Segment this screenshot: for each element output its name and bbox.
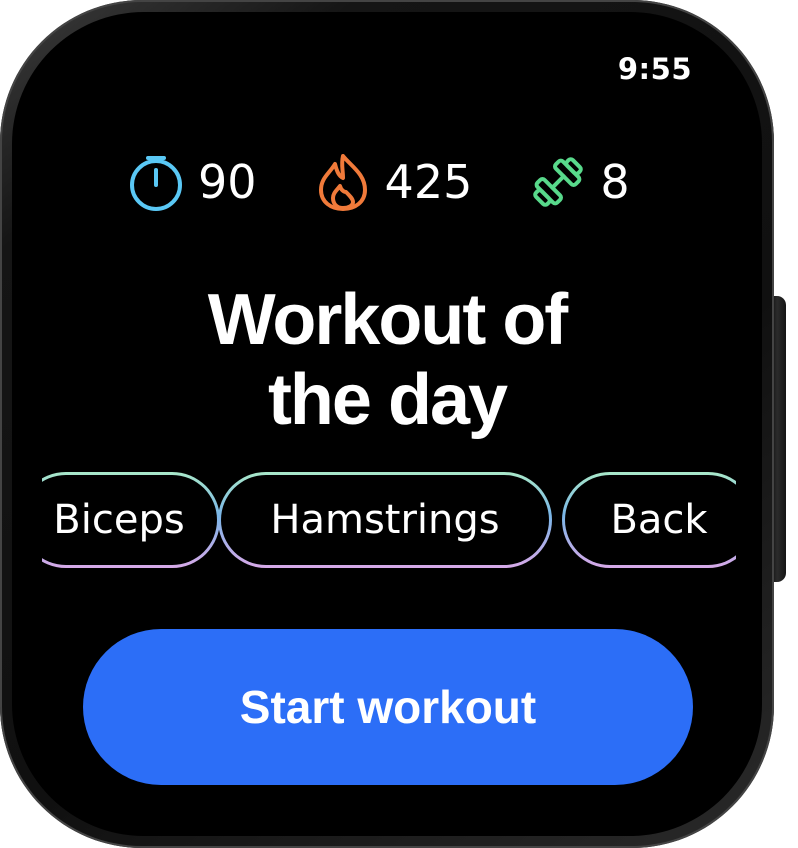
stopwatch-icon [126,152,186,212]
stat-duration-value: 90 [198,155,257,209]
flame-icon [313,152,373,212]
stat-duration: 90 [126,152,257,212]
muscle-chip-carousel[interactable]: Biceps Hamstrings Back [42,470,736,574]
watch-screen: 9:55 90 425 8 Workout of the day Biceps … [12,12,762,836]
stats-row: 90 425 8 [126,152,686,212]
title-line-2: the day [267,360,508,440]
stat-exercises-value: 8 [600,155,630,209]
watch-frame: 9:55 90 425 8 Workout of the day Biceps … [0,0,798,848]
page-title: Workout of the day [12,280,762,440]
chip-hamstrings[interactable]: Hamstrings [218,472,552,568]
chip-biceps[interactable]: Biceps [42,472,220,568]
title-line-1: Workout of [207,280,569,360]
start-workout-button[interactable]: Start workout [83,629,693,785]
status-time: 9:55 [617,52,692,86]
stat-calories: 425 [313,152,473,212]
dumbbell-icon [528,152,588,212]
watch-case: 9:55 90 425 8 Workout of the day Biceps … [0,0,774,848]
stat-calories-value: 425 [384,155,473,209]
chip-back[interactable]: Back [562,472,736,568]
stat-exercises: 8 [528,152,630,212]
